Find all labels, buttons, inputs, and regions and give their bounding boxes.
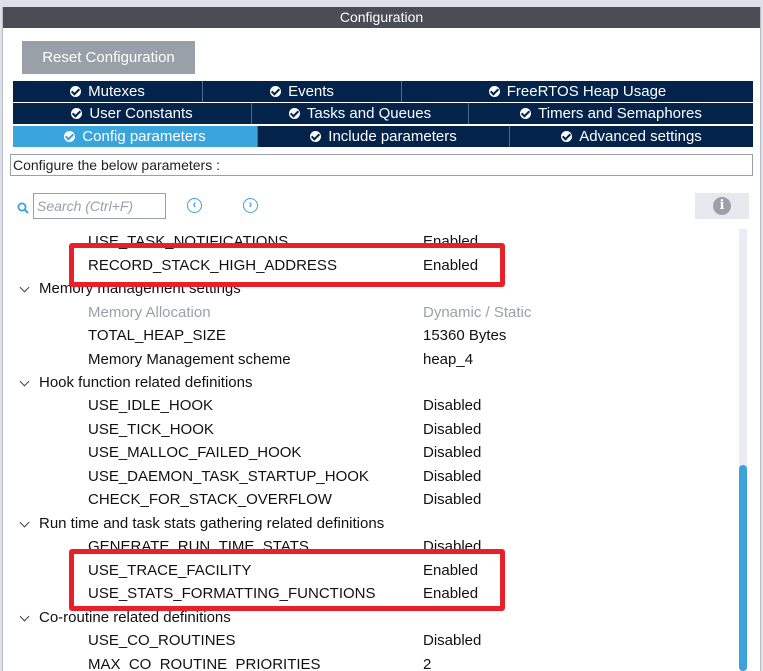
param-name: USE_DAEMON_TASK_STARTUP_HOOK: [88, 468, 369, 485]
check-circle-icon: [561, 131, 573, 142]
param-value: heap_4: [423, 351, 474, 368]
group-hook-functions[interactable]: Hook function related definitions: [3, 371, 733, 394]
tab-row-1: Mutexes Events FreeRTOS Heap Usage: [13, 81, 753, 102]
tab-label: User Constants: [89, 105, 193, 122]
check-circle-icon: [488, 86, 500, 97]
group-runtime-stats[interactable]: Run time and task stats gathering relate…: [3, 512, 733, 535]
param-name: CHECK_FOR_STACK_OVERFLOW: [88, 491, 332, 508]
info-button[interactable]: i: [695, 193, 749, 219]
highlight-box: [69, 243, 505, 287]
tab-row-3: Config parameters Include parameters Adv…: [13, 126, 753, 147]
check-circle-icon: [64, 131, 76, 142]
tab-label: Config parameters: [82, 128, 206, 145]
chevron-down-icon: [19, 611, 30, 622]
param-value: Disabled: [423, 421, 482, 438]
tab-advanced-settings[interactable]: Advanced settings: [510, 126, 753, 147]
tab-config-parameters[interactable]: Config parameters: [13, 126, 258, 147]
chevron-down-icon: [19, 282, 30, 293]
group-label: Hook function related definitions: [39, 374, 253, 391]
parameter-tree: USE_TASK_NOTIFICATIONS Enabled RECORD_ST…: [3, 229, 733, 671]
tab-label: Events: [288, 83, 334, 100]
tab-events[interactable]: Events: [203, 81, 402, 102]
param-row[interactable]: USE_DAEMON_TASK_STARTUP_HOOK Disabled: [3, 465, 733, 488]
tab-timers-and-semaphores[interactable]: Timers and Semaphores: [469, 103, 753, 124]
next-result-icon[interactable]: ›: [243, 198, 258, 213]
tab-row-2: User Constants Tasks and Queues Timers a…: [13, 103, 753, 124]
check-circle-icon: [310, 131, 322, 142]
param-row[interactable]: TOTAL_HEAP_SIZE 15360 Bytes: [3, 324, 733, 347]
highlight-box: [69, 549, 505, 611]
previous-result-icon[interactable]: ‹: [187, 198, 202, 213]
param-row[interactable]: CHECK_FOR_STACK_OVERFLOW Disabled: [3, 488, 733, 511]
param-value: Disabled: [423, 444, 482, 461]
check-circle-icon: [71, 108, 83, 119]
search-icon: [17, 202, 29, 214]
check-circle-icon: [70, 86, 82, 97]
param-row[interactable]: USE_MALLOC_FAILED_HOOK Disabled: [3, 441, 733, 464]
param-value: Disabled: [423, 397, 482, 414]
check-circle-icon: [270, 86, 282, 97]
tab-label: Include parameters: [328, 128, 457, 145]
tab-label: Mutexes: [88, 83, 145, 100]
tab-label: Tasks and Queues: [306, 105, 432, 122]
param-row[interactable]: MAX_CO_ROUTINE_PRIORITIES 2: [3, 653, 733, 671]
tab-include-parameters[interactable]: Include parameters: [258, 126, 510, 147]
param-value: Disabled: [423, 468, 482, 485]
param-name: Memory Allocation: [88, 304, 211, 321]
param-name: TOTAL_HEAP_SIZE: [88, 327, 226, 344]
description-label: Configure the below parameters :: [10, 154, 753, 176]
param-row[interactable]: Memory Allocation Dynamic / Static: [3, 301, 733, 324]
group-label: Run time and task stats gathering relate…: [39, 515, 385, 532]
tab-user-constants[interactable]: User Constants: [13, 103, 252, 124]
param-value: Disabled: [423, 491, 482, 508]
param-value: 15360 Bytes: [423, 327, 507, 344]
param-name: USE_IDLE_HOOK: [88, 397, 214, 414]
param-value: Dynamic / Static: [423, 304, 532, 321]
tab-label: FreeRTOS Heap Usage: [506, 83, 667, 100]
param-name: USE_MALLOC_FAILED_HOOK: [88, 444, 302, 461]
param-name: MAX_CO_ROUTINE_PRIORITIES: [88, 656, 321, 671]
tab-freertos-heap-usage[interactable]: FreeRTOS Heap Usage: [402, 81, 753, 102]
tab-tasks-and-queues[interactable]: Tasks and Queues: [252, 103, 469, 124]
param-value: 2: [423, 656, 432, 671]
tab-label: Advanced settings: [579, 128, 702, 145]
tab-label: Timers and Semaphores: [538, 105, 702, 122]
window-title: Configuration: [3, 7, 760, 28]
param-name: Memory Management scheme: [88, 351, 291, 368]
scrollbar-thumb[interactable]: [739, 465, 747, 671]
info-icon: i: [713, 197, 731, 215]
configuration-window: Configuration Reset Configuration Mutexe…: [2, 7, 761, 671]
param-value: Disabled: [423, 632, 482, 649]
param-row[interactable]: Memory Management scheme heap_4: [3, 348, 733, 371]
check-circle-icon: [520, 108, 532, 119]
chevron-down-icon: [19, 517, 30, 528]
check-circle-icon: [288, 108, 300, 119]
param-row[interactable]: USE_IDLE_HOOK Disabled: [3, 394, 733, 417]
param-name: USE_TICK_HOOK: [88, 421, 214, 438]
chevron-down-icon: [19, 376, 30, 387]
tab-mutexes[interactable]: Mutexes: [13, 81, 203, 102]
param-row[interactable]: USE_CO_ROUTINES Disabled: [3, 629, 733, 652]
search-input[interactable]: Search (Ctrl+F): [33, 193, 166, 219]
param-name: USE_CO_ROUTINES: [88, 632, 236, 649]
param-row[interactable]: USE_TICK_HOOK Disabled: [3, 418, 733, 441]
reset-configuration-button[interactable]: Reset Configuration: [22, 41, 195, 74]
